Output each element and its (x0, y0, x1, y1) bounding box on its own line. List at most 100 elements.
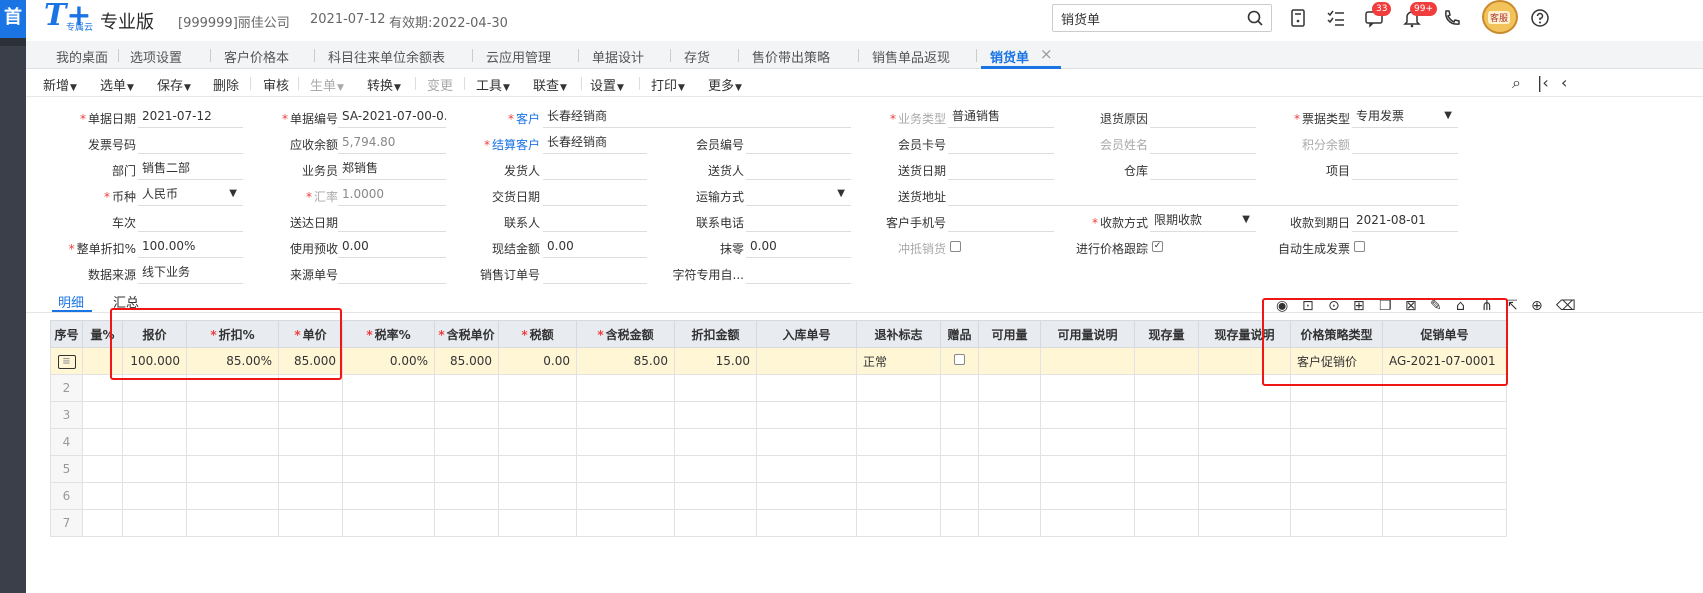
col-tax-price[interactable]: * 含税单价 (434, 320, 499, 348)
first-record-icon[interactable]: |‹ (1537, 73, 1549, 92)
col-index[interactable]: 序号 (50, 320, 83, 348)
delivery-date-field[interactable] (948, 158, 1054, 180)
message-button[interactable]: 33 (1364, 2, 1392, 28)
warehouse-field[interactable] (1150, 158, 1256, 180)
tab-detail[interactable]: 明细 (58, 292, 84, 311)
cell-avail[interactable] (978, 347, 1041, 375)
clear-icon[interactable]: ⌫ (1556, 298, 1576, 314)
generate-button[interactable]: 生单▼ (310, 75, 344, 94)
prev-record-icon[interactable]: ‹ (1561, 73, 1567, 92)
settings-button[interactable]: 设置▼ (590, 75, 624, 94)
cell-tax-amount[interactable]: 85.00 (576, 347, 675, 375)
close-icon[interactable]: × (1040, 45, 1053, 63)
table-row[interactable]: 7 (50, 509, 1507, 537)
tools-button[interactable]: 工具▼ (476, 75, 510, 94)
member-card-field[interactable] (948, 132, 1054, 154)
tab-my-desktop[interactable]: 我的桌面 (56, 47, 108, 66)
handover-date-field[interactable] (543, 184, 647, 206)
cell-tax[interactable]: 0.00 (498, 347, 577, 375)
save-button[interactable]: 保存▼ (157, 75, 191, 94)
auto-invoice-checkbox[interactable] (1354, 241, 1365, 252)
cell-tax-rate[interactable]: 0.00% (342, 347, 435, 375)
rounding-field[interactable]: 0.00 (746, 236, 851, 258)
tab-customer-price-book[interactable]: 客户价格本 (224, 47, 289, 66)
col-avail[interactable]: 可用量 (978, 320, 1041, 348)
more-button[interactable]: 更多▼ (708, 75, 742, 94)
tab-cloud-app[interactable]: 云应用管理 (486, 47, 551, 66)
whole-discount-field[interactable]: 100.00% (138, 236, 243, 258)
search-input[interactable] (1053, 5, 1233, 31)
cell-tax-price[interactable]: 85.000 (434, 347, 499, 375)
cell-flag[interactable]: 正常 (856, 347, 941, 375)
tab-cashback[interactable]: 销售单品返现 (872, 47, 950, 66)
notice-button[interactable]: 99+ (1402, 2, 1437, 28)
audit-button[interactable]: 审核 (263, 75, 289, 94)
search-icon[interactable] (1247, 10, 1263, 26)
shipper-field[interactable] (543, 158, 647, 180)
cash-amount-field[interactable]: 0.00 (543, 236, 647, 258)
tab-account-balance[interactable]: 科目往来单位余额表 (328, 47, 445, 66)
salesman-field[interactable]: 郑销售 (338, 158, 446, 180)
global-search[interactable] (1052, 4, 1272, 32)
col-avail-note[interactable]: 可用量说明 (1040, 320, 1135, 348)
home-nav-item[interactable]: 首 (0, 0, 26, 38)
help-icon[interactable] (1530, 8, 1550, 28)
table-row[interactable]: 4 (50, 428, 1507, 456)
customer-field[interactable]: 长春经销商 (543, 106, 851, 128)
price-tracking-checkbox[interactable]: ✓ (1152, 241, 1163, 252)
cell-in-no[interactable] (756, 347, 857, 375)
contact-phone-field[interactable] (746, 210, 851, 232)
col-gift[interactable]: 赠品 (940, 320, 979, 348)
tab-doc-design[interactable]: 单据设计 (592, 47, 644, 66)
col-stock[interactable]: 现存量 (1134, 320, 1199, 348)
col-tax-amount[interactable]: * 含税金额 (576, 320, 675, 348)
member-no-field[interactable] (746, 132, 851, 154)
cell-avail-note[interactable] (1040, 347, 1135, 375)
transport-select[interactable]: ▼ (746, 184, 851, 206)
column-settings-icon[interactable]: ⊕ (1531, 298, 1543, 314)
convert-button[interactable]: 转换▼ (367, 75, 401, 94)
table-row[interactable]: 5 (50, 455, 1507, 483)
tab-sales-delivery[interactable]: 销货单 (990, 47, 1029, 66)
delete-button[interactable]: 删除 (213, 75, 239, 94)
currency-select[interactable]: 人民币 ▼ (138, 184, 243, 206)
vehicle-no-field[interactable] (138, 210, 243, 232)
return-reason-field[interactable] (1150, 106, 1256, 128)
department-field[interactable]: 销售二部 (138, 158, 243, 180)
cell-stock[interactable] (1134, 347, 1199, 375)
cell-discount-amount[interactable]: 15.00 (674, 347, 757, 375)
customer-mobile-field[interactable] (948, 210, 1054, 232)
preview-icon[interactable]: ⌕ (1512, 73, 1521, 93)
phone-icon[interactable] (1442, 8, 1462, 28)
offset-sales-checkbox[interactable] (950, 241, 961, 252)
company-name[interactable]: [999999]丽佳公司 (178, 12, 290, 31)
table-row[interactable]: 6 (50, 482, 1507, 510)
col-flag[interactable]: 退补标志 (856, 320, 941, 348)
new-button[interactable]: 新增▼ (43, 75, 77, 94)
change-button[interactable]: 变更 (427, 75, 453, 94)
row-menu-icon[interactable]: ≡ (57, 355, 76, 369)
task-list-icon[interactable] (1326, 8, 1346, 28)
special-char-field[interactable] (746, 262, 851, 284)
col-discount-amount[interactable]: 折扣金额 (674, 320, 757, 348)
delivery-address-field[interactable] (948, 184, 1458, 206)
doc-date-field[interactable]: 2021-07-12 (138, 106, 243, 128)
contact-field[interactable] (543, 210, 647, 232)
lookup-button[interactable]: 联查▼ (533, 75, 567, 94)
use-advance-field[interactable]: 0.00 (338, 236, 446, 258)
print-button[interactable]: 打印▼ (651, 75, 685, 94)
arrival-date-field[interactable] (338, 210, 446, 232)
project-field[interactable] (1352, 158, 1458, 180)
deliverer-field[interactable] (746, 158, 851, 180)
invoice-no-field[interactable] (138, 132, 243, 154)
calculator-icon[interactable] (1288, 8, 1308, 28)
payment-method-select[interactable]: 限期收款 ▼ (1150, 210, 1256, 232)
tab-options[interactable]: 选项设置 (130, 47, 182, 66)
col-tax-rate[interactable]: * 税率% (342, 320, 435, 348)
table-row[interactable]: 3 (50, 401, 1507, 429)
select-button[interactable]: 选单▼ (100, 75, 134, 94)
tab-inventory[interactable]: 存货 (684, 47, 710, 66)
customer-service-avatar[interactable]: 客服 (1482, 0, 1518, 34)
biz-type-field[interactable]: 普通销售 (948, 106, 1054, 128)
row-action-cell[interactable]: ≡ (50, 347, 83, 375)
